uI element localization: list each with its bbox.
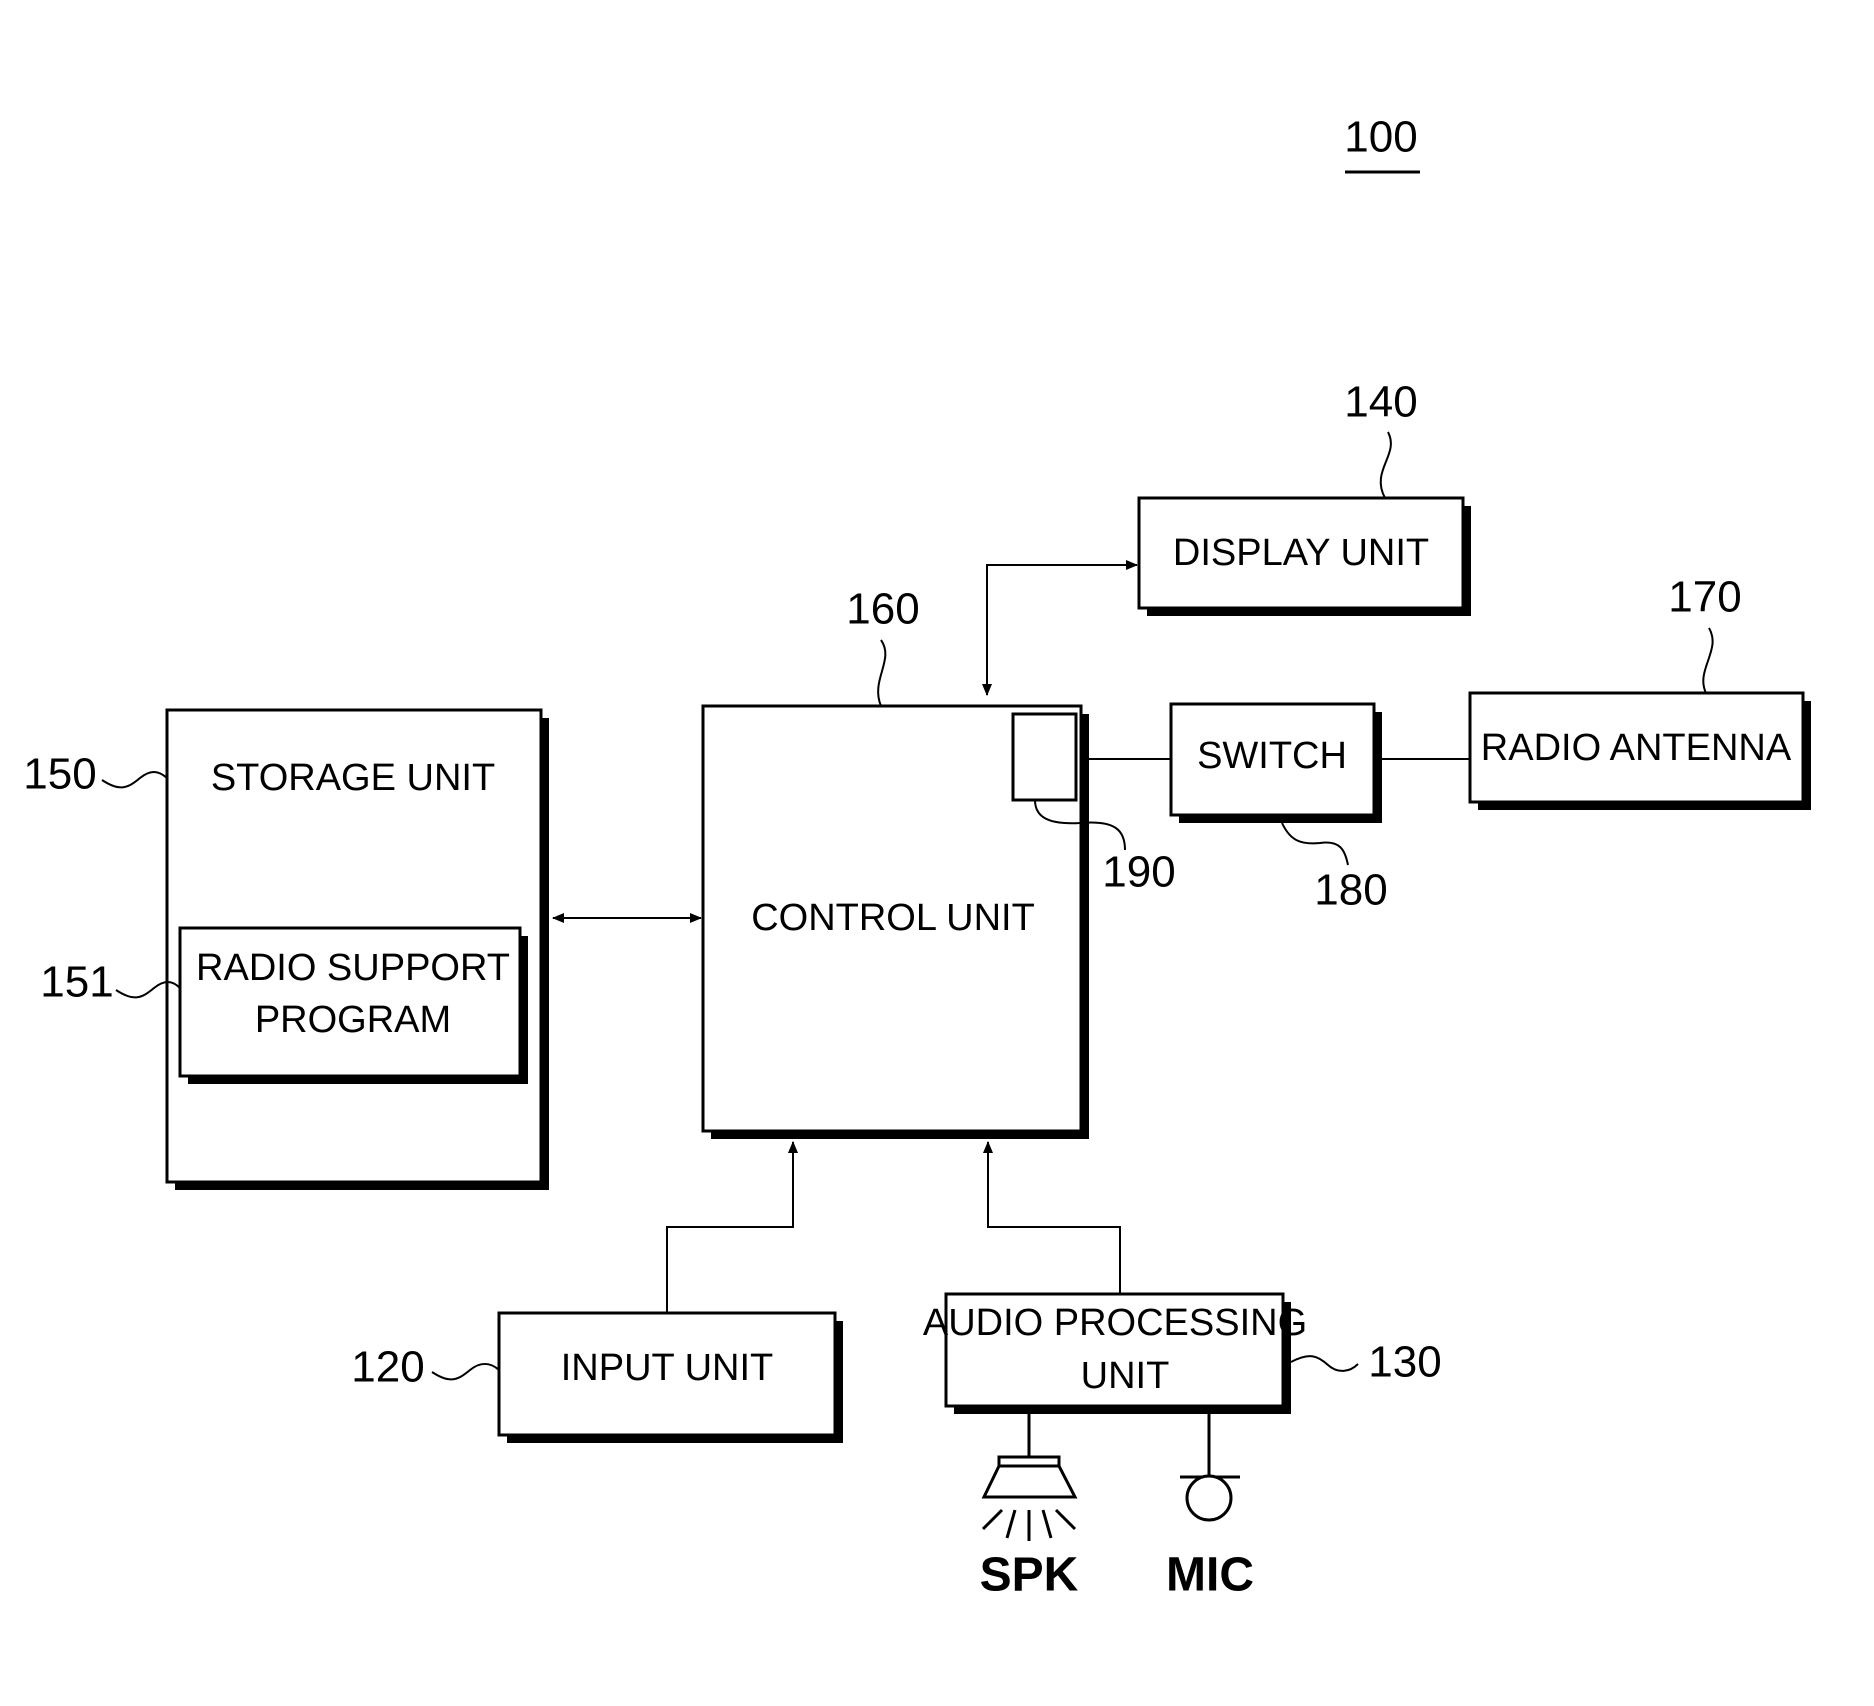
control-unit: CONTROL UNIT [701, 704, 1089, 1139]
input-unit-ref: 120 [351, 1343, 424, 1392]
audio-unit-line1: AUDIO PROCESSING [923, 1302, 1307, 1344]
audio-unit-ref: 130 [1368, 1338, 1441, 1387]
sub-module-ref: 190 [1102, 848, 1175, 897]
sub-module-190 [1011, 712, 1078, 802]
radio-antenna-label: RADIO ANTENNA [1481, 727, 1792, 769]
radio-antenna-leader [1702, 627, 1714, 694]
switch-leader [1281, 822, 1349, 866]
input-unit-label: INPUT UNIT [561, 1347, 774, 1389]
switch-block: SWITCH [1169, 702, 1382, 823]
radio-antenna: RADIO ANTENNA [1468, 691, 1811, 810]
storage-unit-label: STORAGE UNIT [211, 757, 495, 799]
display-control-connector [982, 560, 1138, 696]
audio-processing-unit: AUDIO PROCESSING UNIT [923, 1292, 1307, 1414]
audio-control-connector [983, 1141, 1121, 1294]
block-diagram: 100 DISPLAY UNIT 140 CONTROL UNIT 160 19… [23, 113, 1811, 1602]
speaker-icon [981, 1414, 1078, 1541]
storage-unit: STORAGE UNIT RADIO SUPPORT PROGRAM [165, 708, 549, 1190]
radio-support-program-line2: PROGRAM [255, 999, 451, 1041]
display-unit: DISPLAY UNIT [1137, 496, 1471, 616]
microphone-icon [1180, 1414, 1240, 1522]
input-unit-leader [431, 1363, 500, 1381]
speaker-label: SPK [980, 1549, 1079, 1602]
switch-label: SWITCH [1197, 735, 1347, 777]
control-unit-ref: 160 [846, 585, 919, 634]
control-unit-label: CONTROL UNIT [751, 897, 1035, 939]
figure-ref: 100 [1344, 113, 1417, 162]
radio-antenna-ref: 170 [1668, 573, 1741, 622]
input-control-connector [666, 1141, 798, 1313]
display-unit-ref: 140 [1344, 378, 1417, 427]
switch-ref: 180 [1314, 866, 1387, 915]
input-unit: INPUT UNIT [497, 1311, 843, 1443]
audio-unit-leader [1290, 1355, 1359, 1372]
radio-program-ref: 151 [40, 958, 113, 1007]
radio-support-program-line1: RADIO SUPPORT [196, 947, 510, 989]
display-unit-label: DISPLAY UNIT [1173, 532, 1429, 574]
audio-unit-line2: UNIT [1081, 1355, 1170, 1397]
storage-unit-leader [101, 771, 168, 789]
mic-label: MIC [1166, 1549, 1254, 1602]
control-unit-leader [877, 639, 887, 707]
storage-unit-ref: 150 [23, 750, 96, 799]
display-unit-leader [1379, 431, 1392, 499]
